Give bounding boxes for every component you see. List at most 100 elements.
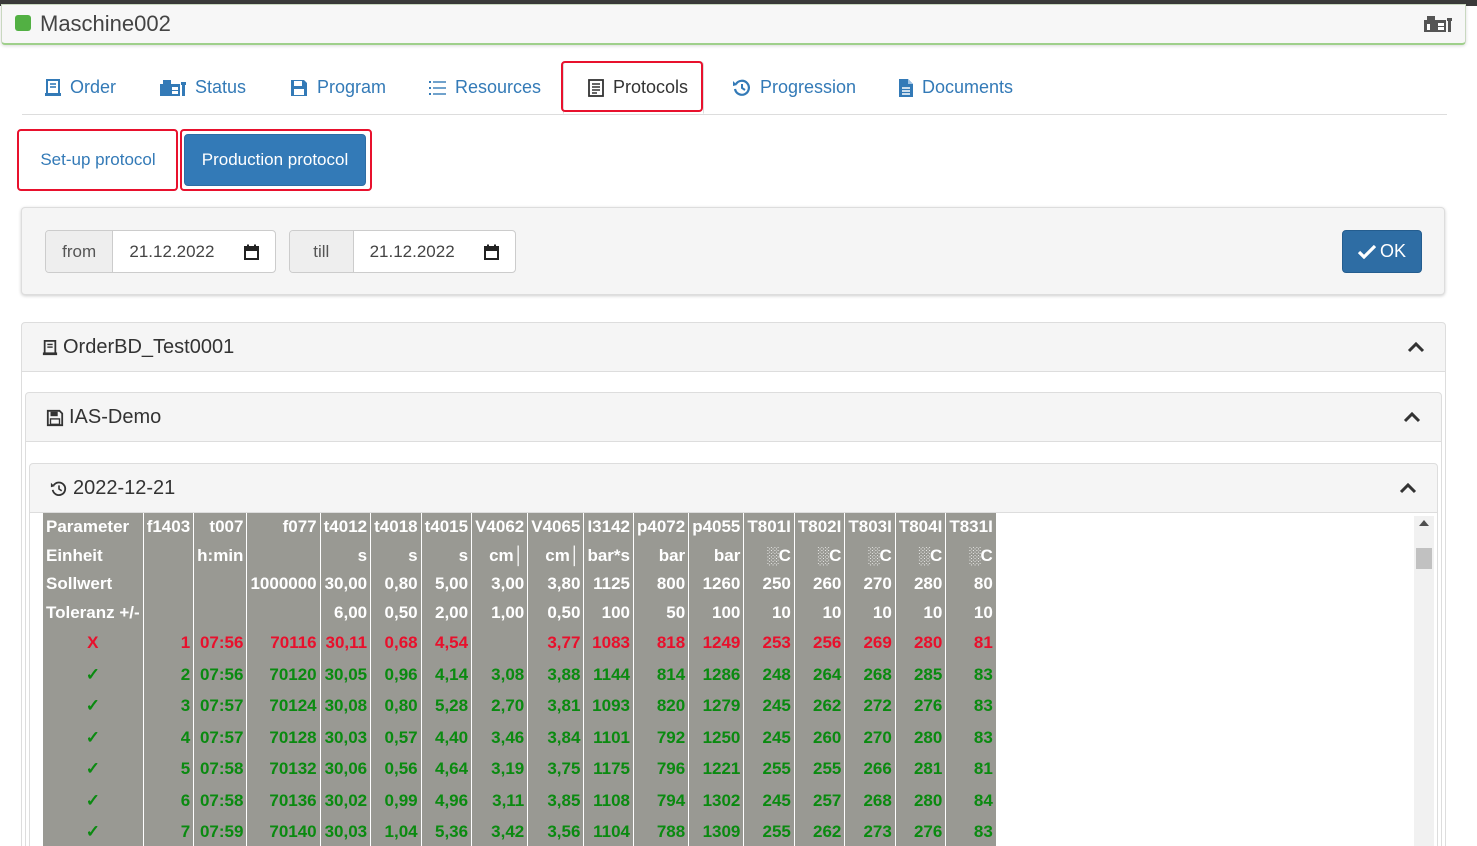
table-cell: 5: [142, 753, 194, 785]
table-header-cell: [142, 541, 194, 571]
table-header-cell: 10: [793, 598, 845, 628]
table-cell: 245: [743, 784, 795, 817]
program-panel-header[interactable]: IAS-Demo: [25, 392, 1442, 442]
table-cell: 3,85: [527, 784, 584, 817]
status-error-icon: X: [87, 633, 99, 653]
from-date-input[interactable]: 21.12.2022: [113, 231, 275, 272]
table-header-cell: T803I: [844, 513, 896, 542]
table-header-row: Einheit h:min s s s cm│ cm│ bar*s bar bar ░C ░C ░C ░C…: [43, 541, 996, 571]
table-header-cell: t4012: [319, 513, 371, 542]
table-header-row: Sollwert 1000000 30,00 0,80 5,00 3,00 3,80 1125…: [43, 570, 996, 599]
table-cell: 255: [743, 753, 795, 785]
table-row[interactable]: ✓ 4 07:57 70128 30,03 0,57 4,40 3,46 3,84 1101 792…: [43, 721, 996, 754]
tab-resources-label: Resources: [455, 77, 542, 97]
date-panel-header[interactable]: 2022-12-21: [29, 463, 1438, 513]
table-cell: 3,42: [471, 816, 528, 846]
chevron-up-icon[interactable]: [1403, 411, 1421, 423]
calendar-icon[interactable]: [244, 244, 259, 260]
scroll-thumb[interactable]: [1416, 548, 1432, 569]
table-cell: 1302: [688, 784, 744, 817]
table-cell: 794: [632, 784, 689, 817]
floppy-icon: [46, 409, 64, 426]
table-cell: 245: [743, 721, 795, 754]
table-header-cell: [142, 598, 194, 628]
tab-order[interactable]: Order: [44, 61, 116, 114]
order-panel-header[interactable]: OrderBD_Test0001: [21, 322, 1446, 372]
tab-program[interactable]: Program: [289, 61, 386, 114]
table-header-cell: 2,00: [420, 598, 472, 628]
table-scrollbar[interactable]: [1414, 516, 1434, 846]
table-header-cell: 80: [945, 570, 996, 599]
scroll-up-arrow[interactable]: [1419, 520, 1429, 526]
table-header-cell: V4065: [527, 513, 584, 542]
protocol-table-container[interactable]: Parameter f1403 t007 f077 t4012 t4018 t4015 V40…: [43, 513, 1434, 846]
table-cell: 81: [945, 753, 996, 785]
table-cell: 4,54: [420, 627, 472, 659]
table-cell: 255: [743, 816, 795, 846]
tab-documents[interactable]: Documents: [898, 61, 1013, 114]
table-row[interactable]: ✓ 2 07:56 70120 30,05 0,96 4,14 3,08 3,88 1144 814…: [43, 658, 996, 691]
table-cell: 70132: [246, 753, 321, 785]
table-row-label: Parameter: [46, 517, 130, 537]
chevron-up-icon[interactable]: [1399, 482, 1417, 494]
table-cell: 792: [632, 721, 689, 754]
table-row[interactable]: ✓ 7 07:59 70140 30,03 1,04 5,36 3,42 3,56 1104 788…: [43, 816, 996, 846]
table-row[interactable]: ✓ 3 07:57 70124 30,08 0,80 5,28 2,70 3,81 1093 820…: [43, 690, 996, 722]
table-row[interactable]: ✓ 6 07:58 70136 30,02 0,99 4,96 3,11 3,85 1108 794…: [43, 784, 996, 817]
table-row[interactable]: ✓ 5 07:58 70132 30,06 0,56 4,64 3,19 3,75 1175 796…: [43, 753, 996, 785]
table-cell: 7: [142, 816, 194, 846]
tab-status[interactable]: Status: [159, 61, 246, 114]
table-header-cell: p4072: [632, 513, 689, 542]
from-label: from: [46, 231, 114, 272]
table-cell: 4,14: [420, 658, 472, 691]
program-panel-title: IAS-Demo: [69, 406, 162, 428]
tab-resources[interactable]: Resources: [429, 61, 541, 114]
till-date-input[interactable]: 21.12.2022: [354, 231, 515, 272]
table-header-cell: 280: [894, 570, 946, 599]
table-cell: 30,03: [319, 721, 371, 754]
table-cell: 3,75: [527, 753, 584, 785]
table-header-cell: T804I: [894, 513, 946, 542]
table-header-cell: 0,50: [527, 598, 584, 628]
table-header-cell: bar: [632, 541, 689, 571]
table-row[interactable]: X 1 07:56 70116 30,11 0,68 4,54 3,77 1083 818 1249…: [43, 627, 996, 659]
table-cell: 07:58: [193, 784, 247, 817]
order-panel-title: OrderBD_Test0001: [63, 336, 235, 358]
tab-progression[interactable]: Progression: [732, 61, 856, 114]
table-cell: 70124: [246, 690, 321, 722]
filter-panel: from 21.12.2022 till 21.12.2022 OK: [21, 207, 1445, 295]
table-header-cell: 100: [688, 598, 744, 628]
table-cell: 3,81: [527, 690, 584, 722]
table-header-row: Toleranz +/- 6,00 0,50 2,00 1,00 0,50 100 50 100…: [43, 598, 996, 628]
table-header-cell: ░C: [844, 541, 896, 571]
table-header-cell: p4055: [688, 513, 744, 542]
table-cell: 83: [945, 658, 996, 691]
table-cell: 3,46: [471, 721, 528, 754]
table-header-cell: bar*s: [583, 541, 634, 571]
table-cell: 285: [894, 658, 946, 691]
table-cell: 1: [142, 627, 194, 659]
till-date-value: 21.12.2022: [369, 241, 455, 261]
table-header-cell: 3,80: [527, 570, 584, 599]
from-date-value: 21.12.2022: [129, 241, 215, 261]
table-cell: 3,11: [471, 784, 528, 817]
table-cell: 0,68: [370, 627, 422, 659]
ok-button[interactable]: OK: [1342, 230, 1422, 273]
table-header-cell: 30,00: [319, 570, 371, 599]
tab-order-label: Order: [70, 77, 117, 97]
table-cell: 5,36: [420, 816, 472, 846]
table-cell: 30,03: [319, 816, 371, 846]
main-tabs: Order Status Program Resources Protocols…: [22, 61, 1447, 115]
calendar-icon[interactable]: [484, 244, 499, 260]
chevron-up-icon[interactable]: [1407, 341, 1425, 353]
table-cell: 30,08: [319, 690, 371, 722]
table-cell: 30,11: [319, 627, 371, 659]
date-panel-title: 2022-12-21: [73, 477, 176, 499]
table-header-cell: ░C: [945, 541, 996, 571]
tab-program-label: Program: [317, 77, 387, 97]
table-cell: 70136: [246, 784, 321, 817]
table-cell: 70140: [246, 816, 321, 846]
table-cell: 814: [632, 658, 689, 691]
table-cell: 269: [844, 627, 896, 659]
machine-icon[interactable]: [1423, 14, 1453, 34]
